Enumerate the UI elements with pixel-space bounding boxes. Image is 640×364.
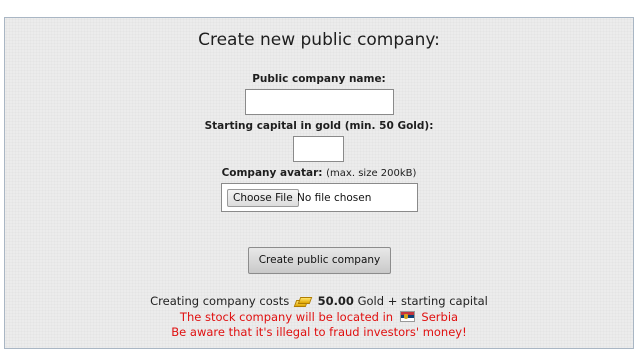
file-status-text: No file chosen bbox=[297, 192, 372, 204]
choose-file-button[interactable]: Choose File bbox=[227, 189, 299, 207]
cost-suffix: Gold + starting capital bbox=[357, 294, 488, 308]
company-avatar-label: Company avatar: (max. size 200kB) bbox=[5, 167, 633, 179]
serbia-flag-icon bbox=[399, 311, 415, 322]
fraud-warning: Be aware that it's illegal to fraud inve… bbox=[171, 325, 467, 339]
company-name-label: Public company name: bbox=[252, 73, 386, 85]
page-title: Create new public company: bbox=[198, 30, 440, 50]
create-company-button[interactable]: Create public company bbox=[248, 247, 391, 274]
avatar-label-text: Company avatar: bbox=[221, 167, 323, 179]
avatar-size-note: (max. size 200kB) bbox=[326, 168, 417, 179]
cost-prefix: Creating company costs bbox=[150, 294, 290, 308]
starting-capital-label: Starting capital in gold (min. 50 Gold): bbox=[204, 120, 434, 132]
cost-amount: 50.00 bbox=[317, 294, 354, 308]
avatar-file-input[interactable]: Choose File No file chosen bbox=[221, 183, 418, 212]
create-company-panel: Create new public company: Public compan… bbox=[4, 17, 634, 349]
location-prefix: The stock company will be located in bbox=[179, 310, 394, 324]
location-country: Serbia bbox=[421, 310, 459, 324]
gold-bars-icon bbox=[293, 297, 313, 307]
company-name-input[interactable] bbox=[245, 89, 394, 115]
starting-capital-input[interactable] bbox=[293, 136, 344, 162]
cost-info: Creating company costs 50.00 Gold + star… bbox=[5, 294, 633, 308]
location-info: The stock company will be located in Ser… bbox=[5, 310, 633, 324]
